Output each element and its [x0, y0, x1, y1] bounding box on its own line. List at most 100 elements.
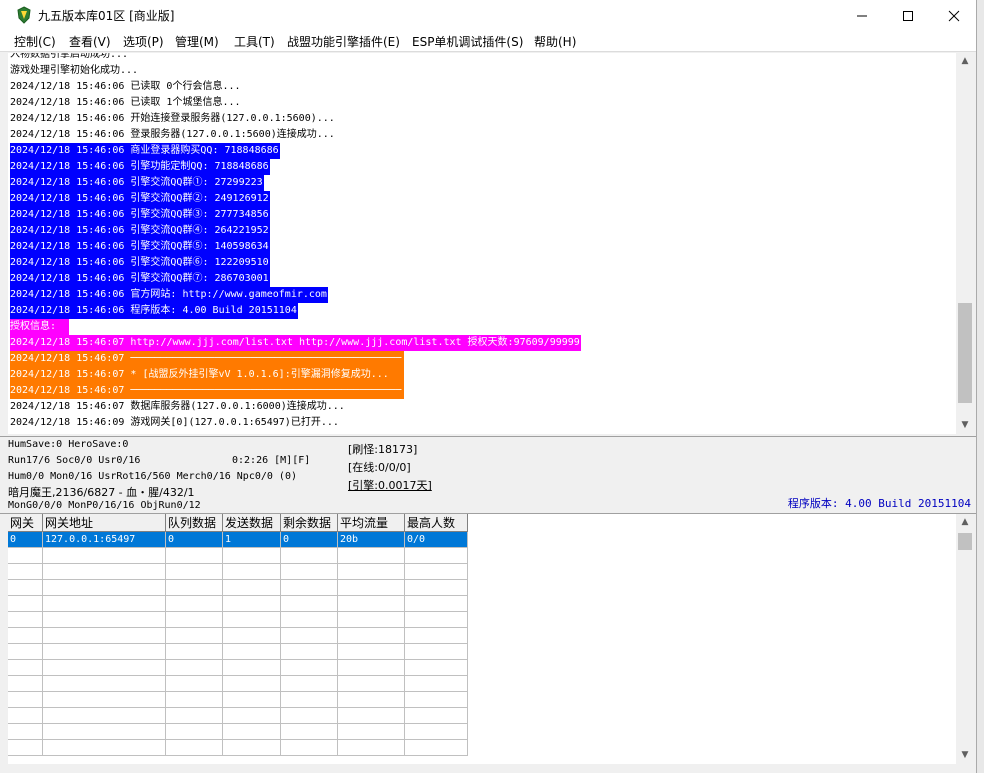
- grid-scroll-thumb[interactable]: [958, 533, 972, 550]
- grid-cell: [404, 627, 468, 644]
- menu-control[interactable]: 控制(C): [14, 33, 56, 50]
- grid-cell: [222, 627, 281, 644]
- table-row[interactable]: [8, 643, 468, 660]
- grid-cell: [8, 659, 43, 676]
- menu-esp-plugin[interactable]: ESP单机调试插件(S): [412, 33, 523, 50]
- grid-scrollbar[interactable]: ▲ ▼: [956, 514, 974, 764]
- grid-cell: [42, 691, 166, 708]
- close-icon: [948, 10, 960, 21]
- maximize-button[interactable]: [885, 0, 931, 31]
- grid-cell: [280, 691, 338, 708]
- status-monster: MonG0/0/0 MonP0/16/16 ObjRun0/12: [8, 500, 201, 511]
- desktop-background: [977, 0, 984, 773]
- grid-cell: [8, 707, 43, 724]
- status-refresh: [刷怪:18173]: [348, 443, 418, 456]
- maximize-icon: [903, 10, 913, 21]
- status-boss: 暗月魔王,2136/6827 - 血・腥/432/1: [8, 486, 195, 499]
- grid-cell: [222, 723, 281, 740]
- table-row[interactable]: [8, 659, 468, 676]
- table-row[interactable]: [8, 691, 468, 708]
- grid-scroll-down-icon[interactable]: ▼: [956, 747, 974, 764]
- table-row[interactable]: [8, 579, 468, 596]
- grid-cell: [280, 723, 338, 740]
- grid-cell: [42, 723, 166, 740]
- grid-cell: [280, 659, 338, 676]
- status-timer: 0:2:26 [M][F]: [232, 455, 311, 466]
- grid-cell: [222, 595, 281, 612]
- grid-header-cell[interactable]: 发送数据: [222, 514, 281, 532]
- grid-cell: [165, 659, 223, 676]
- menu-view[interactable]: 查看(V): [69, 33, 111, 50]
- grid-header-cell[interactable]: 最高人数: [404, 514, 468, 532]
- scroll-up-icon[interactable]: ▲: [956, 53, 974, 70]
- menu-help[interactable]: 帮助(H): [534, 33, 576, 50]
- log-line: 2024/12/18 15:46:06 登录服务器(127.0.0.1:5600…: [10, 129, 335, 140]
- table-row[interactable]: [8, 595, 468, 612]
- grid-cell: [42, 579, 166, 596]
- menu-options[interactable]: 选项(P): [123, 33, 164, 50]
- grid-cell: [337, 563, 405, 580]
- menu-zhanmeng-plugin[interactable]: 战盟功能引擎插件(E): [287, 33, 400, 50]
- log-line: 2024/12/18 15:46:06 官方网站: http://www.gam…: [10, 287, 328, 303]
- grid-cell: [8, 611, 43, 628]
- log-line: 2024/12/18 15:46:06 引擎交流QQ群⑦: 286703001: [10, 271, 270, 287]
- status-online: [在线:0/0/0]: [348, 461, 411, 474]
- log-scroll-thumb[interactable]: [958, 303, 972, 403]
- table-row[interactable]: [8, 707, 468, 724]
- menu-tools[interactable]: 工具(T): [234, 33, 275, 50]
- grid-cell: [280, 595, 338, 612]
- table-row[interactable]: [8, 675, 468, 692]
- log-line: 2024/12/18 15:46:07 * [战盟反外挂引擎vV 1.0.1.6…: [10, 367, 404, 383]
- grid-cell: [42, 547, 166, 564]
- grid-cell: [165, 627, 223, 644]
- table-row[interactable]: [8, 739, 468, 756]
- grid-cell: [222, 643, 281, 660]
- grid-header-cell[interactable]: 剩余数据: [280, 514, 338, 532]
- log-line: 游戏处理引擎初始化成功...: [10, 65, 139, 76]
- grid-cell: [8, 627, 43, 644]
- grid-cell: [222, 579, 281, 596]
- grid-header-cell[interactable]: 网关: [8, 514, 43, 532]
- scroll-down-icon[interactable]: ▼: [956, 417, 974, 434]
- log-line: 2024/12/18 15:46:07 http://www.jjj.com/l…: [10, 335, 581, 351]
- log-line: 2024/12/18 15:46:06 商业登录器购买QQ: 718848686: [10, 143, 280, 159]
- grid-header-cell[interactable]: 网关地址: [42, 514, 166, 532]
- table-row[interactable]: [8, 611, 468, 628]
- table-row[interactable]: [8, 723, 468, 740]
- log-line: 授权信息:: [10, 319, 69, 335]
- grid-cell: [42, 643, 166, 660]
- grid-cell: [222, 707, 281, 724]
- grid-cell: 20b: [337, 531, 405, 548]
- table-row[interactable]: [8, 563, 468, 580]
- grid-cell: [404, 723, 468, 740]
- status-engine-link[interactable]: [引擎:0.0017天]: [348, 477, 432, 493]
- grid-cell: [165, 691, 223, 708]
- table-row[interactable]: 0 127.0.0.1:65497 0 1 0 20b 0/0: [8, 531, 468, 548]
- grid-cell: [165, 707, 223, 724]
- grid-header-cell[interactable]: 队列数据: [165, 514, 223, 532]
- close-button[interactable]: [931, 0, 976, 31]
- menu-manage[interactable]: 管理(M): [175, 33, 219, 50]
- grid-cell: [337, 723, 405, 740]
- grid-cell: [165, 579, 223, 596]
- grid-cell: [222, 739, 281, 756]
- log-scrollbar[interactable]: ▲ ▼: [956, 53, 974, 434]
- table-row[interactable]: [8, 547, 468, 564]
- table-row[interactable]: [8, 627, 468, 644]
- grid-cell: [337, 739, 405, 756]
- log-output[interactable]: 入物数据引擎启动成功... 游戏处理引擎初始化成功... 2024/12/18 15…: [8, 53, 956, 434]
- grid-cell: [280, 579, 338, 596]
- program-version: 程序版本: 4.00 Build 20151104: [787, 497, 971, 510]
- minimize-button[interactable]: [839, 0, 885, 31]
- grid-cell: [404, 547, 468, 564]
- grid-scroll-up-icon[interactable]: ▲: [956, 514, 974, 531]
- grid-cell: [8, 563, 43, 580]
- grid-cell: [42, 595, 166, 612]
- grid-cell: [337, 707, 405, 724]
- status-save: HumSave:0 HeroSave:0: [8, 439, 129, 450]
- grid-cell: [222, 547, 281, 564]
- grid-cell: [222, 659, 281, 676]
- grid-cell: 127.0.0.1:65497: [42, 531, 166, 548]
- grid-header-cell[interactable]: 平均流量: [337, 514, 405, 532]
- log-line: 2024/12/18 15:46:06 开始连接登录服务器(127.0.0.1:…: [10, 113, 335, 124]
